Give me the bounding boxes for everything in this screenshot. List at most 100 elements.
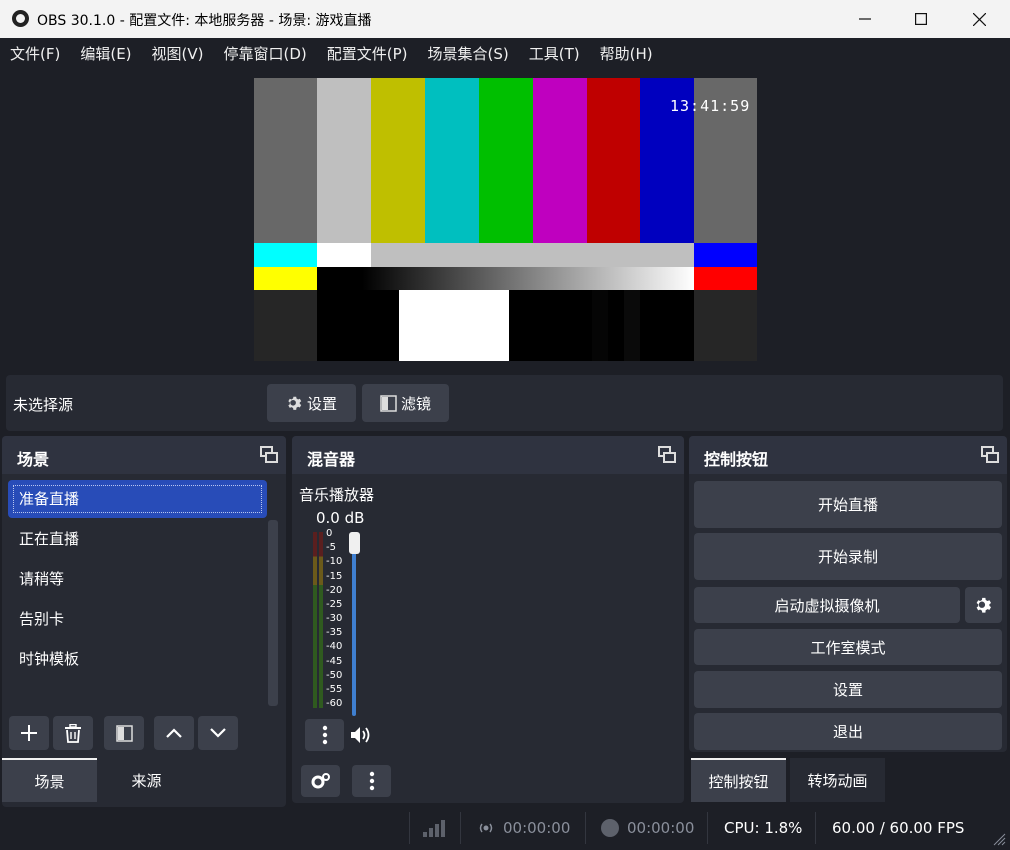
meter-tick-label: -25 bbox=[326, 598, 343, 610]
undock-icon[interactable] bbox=[658, 446, 676, 464]
cpu-usage: CPU: 1.8% bbox=[724, 819, 803, 837]
color-bar bbox=[371, 243, 694, 267]
mixer-dock-header: 混音器 bbox=[292, 436, 684, 474]
tab-transitions-label: 转场动画 bbox=[807, 771, 868, 790]
color-bar bbox=[479, 78, 533, 243]
maximize-button[interactable] bbox=[892, 0, 950, 38]
undock-icon[interactable] bbox=[981, 446, 999, 464]
exit-button[interactable]: 退出 bbox=[694, 713, 1002, 750]
streaming-icon bbox=[477, 820, 495, 840]
chevron-up-icon bbox=[166, 728, 182, 738]
record-icon bbox=[601, 819, 619, 837]
color-bar bbox=[317, 290, 399, 361]
volume-slider-handle[interactable] bbox=[349, 532, 360, 554]
tab-sources-label: 来源 bbox=[131, 771, 162, 790]
scene-item-label: 时钟模板 bbox=[19, 650, 80, 668]
color-bar bbox=[317, 78, 371, 243]
pluge-bar bbox=[592, 290, 608, 361]
preview-area: 13:41:59 bbox=[0, 68, 1010, 372]
menu-edit[interactable]: 编辑(E) bbox=[80, 43, 131, 64]
scene-item[interactable]: 时钟模板 bbox=[8, 640, 267, 678]
speaker-icon[interactable] bbox=[350, 726, 372, 748]
start-streaming-button[interactable]: 开始直播 bbox=[694, 481, 1002, 528]
color-bar bbox=[425, 78, 479, 243]
scene-item[interactable]: 正在直播 bbox=[8, 520, 267, 558]
meter-tick-label: -35 bbox=[326, 627, 343, 639]
menu-file[interactable]: 文件(F) bbox=[10, 43, 60, 64]
color-bar bbox=[371, 78, 425, 243]
source-filters-button[interactable]: 滤镜 bbox=[362, 384, 449, 422]
close-button[interactable] bbox=[950, 0, 1008, 38]
filter-icon bbox=[380, 394, 397, 412]
title-bar: OBS 30.1.0 - 配置文件: 本地服务器 - 场景: 游戏直播 bbox=[0, 0, 1010, 38]
scene-item-label: 告别卡 bbox=[19, 610, 65, 628]
color-bar bbox=[399, 290, 509, 361]
virtual-camera-settings-button[interactable] bbox=[965, 587, 1002, 623]
plus-icon bbox=[21, 725, 37, 741]
timecode-overlay: 13:41:59 bbox=[670, 97, 751, 115]
color-bar bbox=[254, 243, 317, 267]
start-virtual-camera-button[interactable]: 启动虚拟摄像机 bbox=[694, 587, 960, 623]
color-bar bbox=[254, 78, 317, 243]
tab-sources[interactable]: 来源 bbox=[100, 758, 193, 802]
scene-filters-button[interactable] bbox=[104, 716, 144, 750]
meter-tick-label: -60 bbox=[326, 698, 343, 709]
scene-item[interactable]: 准备直播 bbox=[8, 480, 267, 518]
controls-dock-header: 控制按钮 bbox=[689, 436, 1007, 474]
color-bar bbox=[533, 78, 587, 243]
move-scene-up-button[interactable] bbox=[154, 716, 194, 750]
mixer-menu-button[interactable] bbox=[352, 765, 391, 797]
color-bar bbox=[694, 243, 757, 267]
record-time: 00:00:00 bbox=[627, 819, 695, 837]
undock-icon[interactable] bbox=[260, 446, 278, 464]
scenes-scrollbar[interactable] bbox=[268, 520, 278, 706]
menu-help[interactable]: 帮助(H) bbox=[600, 43, 653, 64]
remove-scene-button[interactable] bbox=[53, 716, 93, 750]
meter-tick-label: -55 bbox=[326, 683, 343, 695]
menu-docks[interactable]: 停靠窗口(D) bbox=[224, 43, 307, 64]
preview-canvas[interactable]: 13:41:59 bbox=[254, 78, 757, 361]
color-bar bbox=[254, 267, 317, 290]
studio-mode-button[interactable]: 工作室模式 bbox=[694, 629, 1002, 665]
tab-transitions[interactable]: 转场动画 bbox=[790, 758, 885, 802]
meter-tick-label: -30 bbox=[326, 613, 343, 624]
source-settings-label: 设置 bbox=[306, 394, 337, 413]
meter-tick-label: -5 bbox=[326, 542, 336, 554]
audio-meter-right bbox=[319, 532, 323, 708]
scene-item[interactable]: 告别卡 bbox=[8, 600, 267, 638]
advanced-audio-settings-button[interactable] bbox=[301, 765, 340, 797]
tab-controls-label: 控制按钮 bbox=[708, 772, 769, 791]
menu-view[interactable]: 视图(V) bbox=[152, 43, 204, 64]
pluge-bar bbox=[624, 290, 640, 361]
menu-profile[interactable]: 配置文件(P) bbox=[327, 43, 408, 64]
trash-icon bbox=[65, 723, 81, 743]
tab-controls[interactable]: 控制按钮 bbox=[691, 758, 786, 802]
menu-scene-collection[interactable]: 场景集合(S) bbox=[428, 43, 509, 64]
window-title: OBS 30.1.0 - 配置文件: 本地服务器 - 场景: 游戏直播 bbox=[37, 13, 372, 29]
move-scene-down-button[interactable] bbox=[198, 716, 238, 750]
mixer-channel-menu-button[interactable] bbox=[305, 719, 344, 751]
meter-tick-label: -45 bbox=[326, 655, 343, 667]
fps-readout: 60.00 / 60.00 FPS bbox=[832, 819, 965, 837]
scene-item[interactable]: 请稍等 bbox=[8, 560, 267, 598]
gradient-bar bbox=[317, 267, 694, 290]
meter-tick-label: -15 bbox=[326, 570, 343, 582]
minimize-button[interactable] bbox=[836, 0, 894, 38]
tab-scenes[interactable]: 场景 bbox=[2, 758, 97, 802]
resize-grip-icon[interactable] bbox=[990, 830, 1006, 850]
filter-icon bbox=[115, 724, 133, 742]
color-bar bbox=[694, 290, 757, 361]
color-bar bbox=[694, 267, 757, 290]
start-recording-button[interactable]: 开始录制 bbox=[694, 533, 1002, 580]
meter-tick-label: -10 bbox=[326, 556, 343, 568]
menu-tools[interactable]: 工具(T) bbox=[529, 43, 580, 64]
stream-time: 00:00:00 bbox=[503, 819, 571, 837]
menu-bar: 文件(F) 编辑(E) 视图(V) 停靠窗口(D) 配置文件(P) 场景集合(S… bbox=[0, 38, 1010, 68]
source-settings-button[interactable]: 设置 bbox=[267, 384, 356, 422]
volume-slider-track[interactable] bbox=[352, 536, 356, 716]
chevron-down-icon bbox=[210, 728, 226, 738]
scene-item-label: 请稍等 bbox=[19, 570, 65, 588]
add-scene-button[interactable] bbox=[9, 716, 49, 750]
scene-item-label: 准备直播 bbox=[19, 490, 80, 508]
settings-button[interactable]: 设置 bbox=[694, 671, 1002, 708]
